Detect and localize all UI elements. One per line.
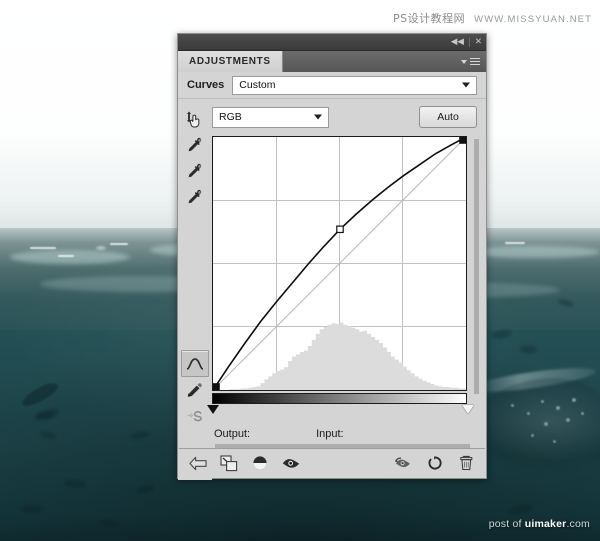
chevron-down-icon	[462, 83, 470, 88]
curves-tool-column	[178, 99, 212, 480]
edit-points-curve-tool[interactable]	[181, 350, 209, 377]
output-label: Output:	[214, 428, 250, 440]
preset-dropdown-value: Custom	[239, 79, 275, 91]
reset-adjustment-button[interactable]	[426, 454, 444, 472]
auto-button-label: Auto	[437, 111, 459, 123]
curves-graph-wrapper: Output: Input:	[212, 136, 474, 444]
panel-body: RGB Auto	[178, 99, 486, 480]
preset-dropdown[interactable]: Custom	[232, 76, 477, 95]
panel-tabrow: ADJUSTMENTS	[178, 51, 486, 72]
curve-control-point[interactable]	[460, 137, 466, 143]
image-histogram	[213, 322, 466, 390]
curve-control-point[interactable]	[213, 384, 219, 390]
input-gradient-ramp	[212, 393, 467, 404]
panel-titlebar: ◀◀ ✕	[178, 34, 486, 51]
channel-dropdown[interactable]: RGB	[212, 107, 329, 128]
pencil-draw-curve-tool[interactable]	[182, 378, 208, 403]
watermark-top: PS设计教程网 WWW.MISSYUAN.NET	[393, 10, 592, 26]
watermark-bottom-suffix: .com	[566, 518, 590, 530]
curves-graph[interactable]	[212, 136, 467, 391]
return-to-adjustment-list-button[interactable]	[189, 454, 207, 472]
adjustment-header-row: Curves Custom	[178, 72, 486, 99]
view-previous-state-button[interactable]	[395, 454, 413, 472]
curve-control-point[interactable]	[337, 226, 343, 232]
input-label: Input:	[316, 428, 344, 440]
watermark-bottom-brand: uimaker	[525, 518, 567, 530]
watermark-top-cn: PS设计教程网	[393, 10, 465, 26]
tab-adjustments[interactable]: ADJUSTMENTS	[178, 51, 283, 72]
panel-bottom-toolbar	[179, 448, 485, 477]
tabrow-filler	[283, 51, 461, 72]
channel-row: RGB Auto	[212, 106, 477, 128]
clip-to-layer-button[interactable]	[220, 454, 238, 472]
black-white-point-slider-row	[212, 404, 469, 417]
white-point-slider[interactable]	[462, 405, 474, 414]
on-image-adjust-tool[interactable]	[182, 106, 208, 131]
chevron-down-icon	[461, 60, 467, 64]
output-input-readout-row: Output: Input:	[212, 424, 474, 444]
smooth-curve-button[interactable]	[182, 404, 208, 429]
black-point-slider[interactable]	[207, 405, 219, 414]
delete-adjustment-layer-button[interactable]	[457, 454, 475, 472]
channel-dropdown-value: RGB	[219, 111, 242, 123]
panel-menu-button[interactable]	[461, 51, 486, 72]
adjustment-title: Curves	[187, 79, 224, 91]
toggle-layer-visibility-button[interactable]	[251, 454, 269, 472]
watermark-top-url: WWW.MISSYUAN.NET	[474, 14, 592, 25]
hamburger-menu-icon	[470, 58, 480, 66]
watermark-bottom-prefix: post of	[489, 518, 525, 530]
preview-eye-button[interactable]	[282, 454, 300, 472]
tab-adjustments-label: ADJUSTMENTS	[189, 56, 271, 67]
chevron-down-icon	[314, 115, 322, 120]
auto-button[interactable]: Auto	[419, 106, 477, 128]
close-icon[interactable]: ✕	[475, 38, 482, 47]
titlebar-divider	[469, 38, 470, 47]
adjustments-panel: ◀◀ ✕ ADJUSTMENTS Curves Custom	[177, 33, 487, 479]
curves-main-area: RGB Auto	[212, 99, 486, 480]
collapse-to-icons-icon[interactable]: ◀◀	[451, 38, 464, 47]
graph-drop-shadow	[474, 139, 479, 394]
white-point-eyedropper[interactable]	[182, 184, 208, 209]
watermark-bottom: post of uimaker.com	[489, 518, 590, 530]
black-point-eyedropper[interactable]	[182, 132, 208, 157]
gray-point-eyedropper[interactable]	[182, 158, 208, 183]
